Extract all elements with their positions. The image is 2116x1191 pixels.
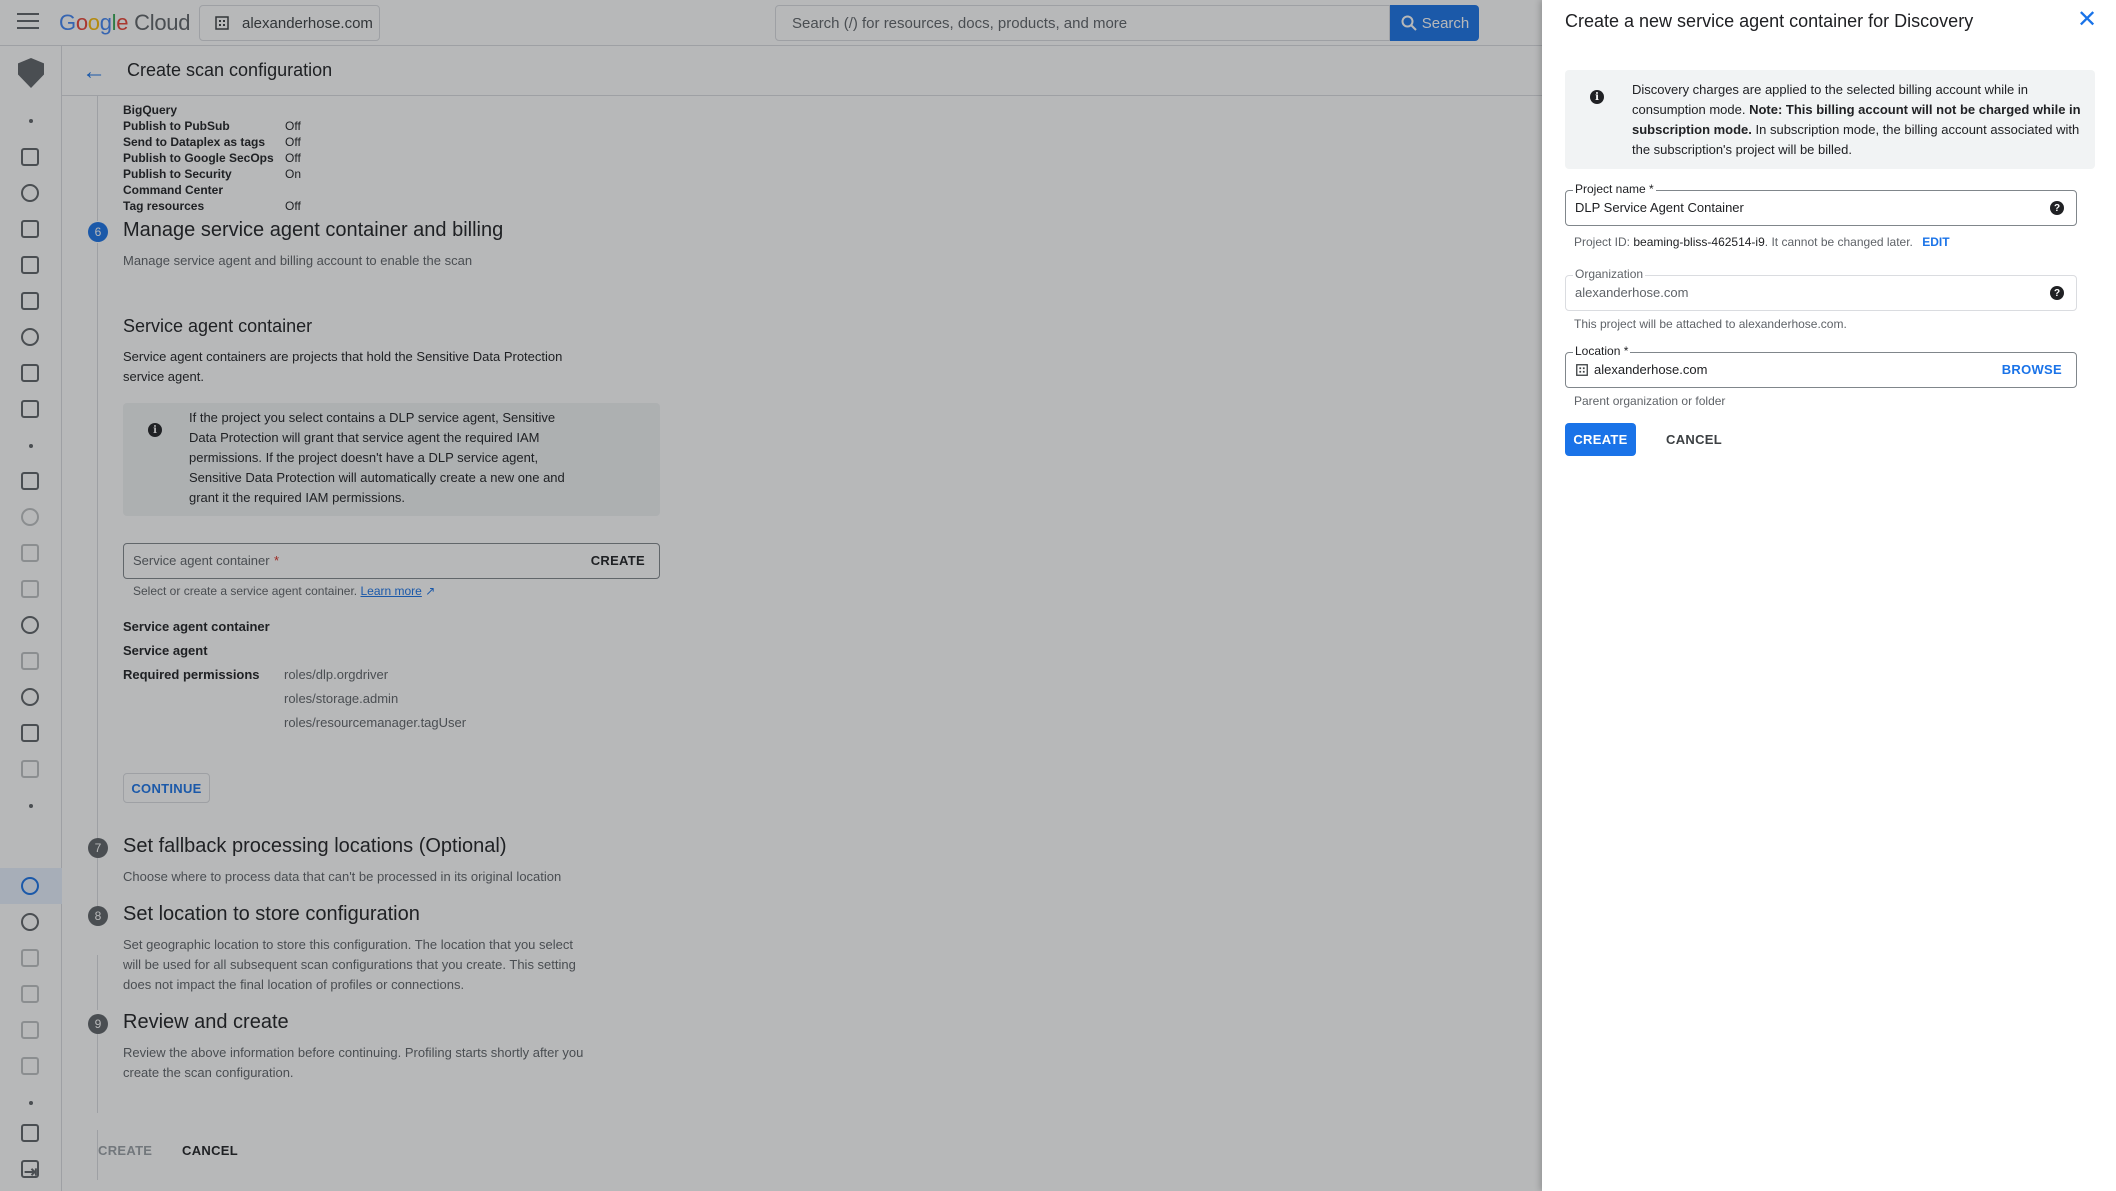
info-line-text: the subscription's project will be bille…	[1632, 142, 1852, 157]
location-field[interactable]: Location * alexanderhose.com BROWSE	[1565, 344, 2077, 388]
info-line: consumption mode. Note: This billing acc…	[1632, 100, 2082, 120]
organization-icon	[1576, 364, 1588, 376]
panel-create-button[interactable]: CREATE	[1565, 423, 1636, 456]
panel-title: Create a new service agent container for…	[1565, 11, 1974, 31]
organization-field: Organization alexanderhose.com ?	[1565, 267, 2077, 311]
location-hint: Parent organization or folder	[1574, 394, 1726, 408]
location-label: Location *	[1573, 344, 1631, 358]
project-id-hint: Project ID: beaming-bliss-462514-i9. It …	[1574, 235, 1950, 249]
close-icon[interactable]: ✕	[2077, 8, 2097, 32]
project-id-prefix: Project ID:	[1574, 235, 1631, 249]
info-line-text: In subscription mode, the billing accoun…	[1751, 122, 2080, 137]
project-name-value: DLP Service Agent Container	[1575, 200, 1744, 215]
info-line: subscription mode. In subscription mode,…	[1632, 120, 2082, 140]
overlay-scrim[interactable]	[0, 0, 1542, 1191]
help-icon[interactable]: ?	[2050, 201, 2064, 215]
info-icon: i	[1590, 90, 1604, 104]
info-line-text: consumption mode.	[1632, 102, 1750, 117]
organization-value: alexanderhose.com	[1575, 285, 1689, 300]
create-container-panel: Create a new service agent container for…	[1542, 0, 2116, 1191]
project-name-field[interactable]: Project name * DLP Service Agent Contain…	[1565, 182, 2077, 226]
edit-project-id-button[interactable]: EDIT	[1922, 235, 1949, 249]
browse-button[interactable]: BROWSE	[2002, 362, 2062, 377]
project-id-suffix: . It cannot be changed later.	[1764, 235, 1913, 249]
info-line-bold: subscription mode.	[1632, 122, 1752, 137]
help-icon[interactable]: ?	[2050, 286, 2064, 300]
info-line-bold: Note: This billing account will not be c…	[1749, 102, 2081, 117]
organization-label: Organization	[1573, 267, 1646, 281]
info-line: Discovery charges are applied to the sel…	[1632, 80, 2082, 100]
project-id-value: beaming-bliss-462514-i9	[1633, 235, 1765, 249]
billing-info-box: i Discovery charges are applied to the s…	[1565, 70, 2095, 169]
location-value: alexanderhose.com	[1594, 362, 1708, 377]
billing-info-text: Discovery charges are applied to the sel…	[1632, 80, 2082, 160]
info-line-text: Discovery charges are applied to the sel…	[1632, 82, 2028, 97]
project-name-label: Project name *	[1573, 182, 1656, 196]
organization-hint: This project will be attached to alexand…	[1574, 317, 1847, 331]
info-line: the subscription's project will be bille…	[1632, 140, 2082, 160]
panel-cancel-button[interactable]: CANCEL	[1658, 423, 1730, 456]
